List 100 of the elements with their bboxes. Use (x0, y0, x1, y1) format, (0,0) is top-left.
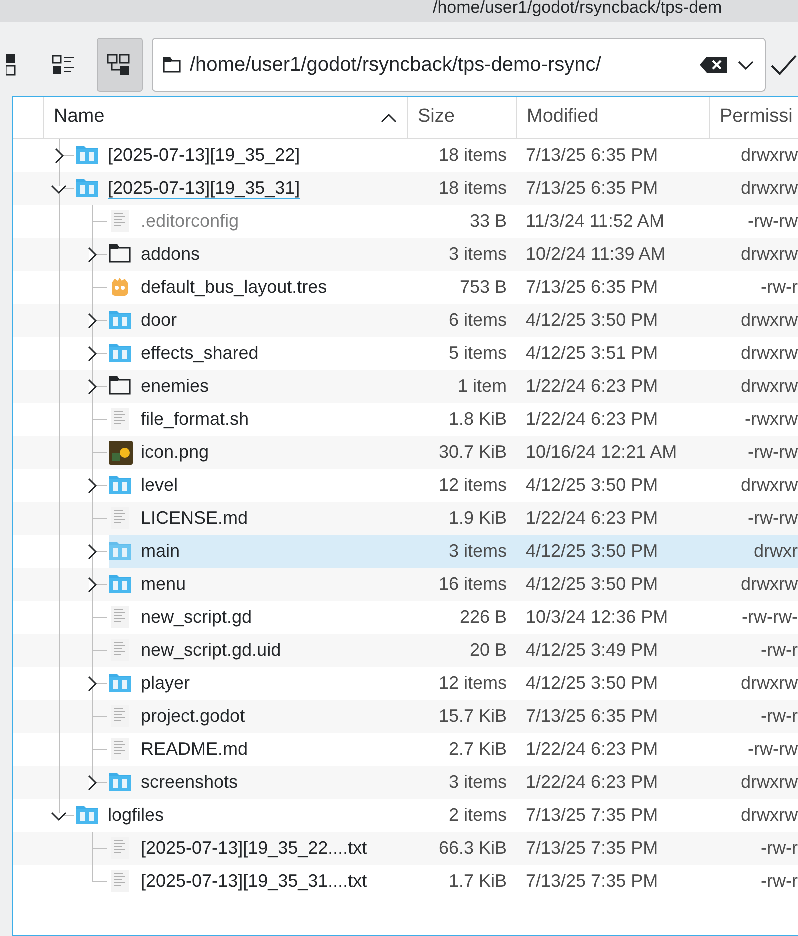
table-cell-text: 4/12/25 3:49 PM (525, 639, 660, 662)
file-name[interactable]: project.godot (133, 703, 246, 730)
table-cell: drwxr (709, 535, 798, 568)
table-cell-text: drwxrw (740, 573, 798, 596)
table-cell-text: -rw-rw (747, 210, 798, 233)
table-cell-text: 4/12/25 3:50 PM (525, 573, 660, 596)
table-cell-text: 1/22/24 6:23 PM (525, 408, 660, 431)
table-cell-text: 12 items (438, 474, 508, 497)
table-cell-text: 7/13/25 6:35 PM (525, 705, 660, 728)
file-name[interactable]: enemies (133, 373, 210, 400)
table-cell-text: 4/12/25 3:50 PM (525, 309, 660, 332)
table-cell-text: 753 B (458, 276, 508, 299)
table-cell-text: 3 items (448, 771, 508, 794)
file-name[interactable]: player (133, 670, 190, 697)
table-cell-text: 10/3/24 12:36 PM (525, 606, 670, 629)
dropdown-caret-icon[interactable] (736, 59, 754, 71)
checkmark-icon[interactable] (770, 54, 798, 76)
table-cell-text: drwxrw (740, 771, 798, 794)
file-name[interactable]: icon.png (133, 439, 210, 466)
table-cell-text: 6 items (448, 309, 508, 332)
table-cell: 3 items (407, 535, 516, 568)
table-cell-text: 1/22/24 6:23 PM (525, 738, 660, 761)
table-cell-text: -rw-rw- (741, 606, 798, 629)
file-name[interactable]: new_script.gd (133, 604, 252, 631)
table-cell-text: 4/12/25 3:50 PM (525, 672, 660, 695)
table-cell-text: 33 B (468, 210, 508, 233)
table-cell-text: 1 item (456, 375, 508, 398)
table-cell-text: 12 items (438, 672, 508, 695)
file-name[interactable]: main (133, 538, 180, 565)
column-header[interactable]: Permissi (709, 97, 798, 138)
file-name[interactable]: [2025-07-13][19_35_22] (100, 142, 300, 169)
file-name[interactable]: effects_shared (133, 340, 259, 367)
file-name[interactable]: screenshots (133, 769, 238, 796)
table-cell-text: 20 B (468, 639, 508, 662)
table-cell-text: 18 items (438, 144, 508, 167)
grid-view-icon (6, 52, 16, 78)
table-cell-text: 3 items (448, 243, 508, 266)
table-cell-text: 2 items (448, 804, 508, 827)
table-cell-text: -rw-r (760, 276, 798, 299)
table-cell-text: 226 B (458, 606, 508, 629)
file-name[interactable]: addons (133, 241, 200, 268)
table-cell-text: 7/13/25 6:35 PM (525, 177, 660, 200)
image-thumbnail-icon (109, 440, 133, 464)
file-name[interactable]: menu (133, 571, 186, 598)
file-name[interactable]: [2025-07-13][19_35_31] (100, 175, 300, 202)
table-cell-text: 7/13/25 7:35 PM (525, 837, 660, 860)
table-cell-text: 2.7 KiB (448, 738, 508, 761)
table-cell-text: 7/13/25 6:35 PM (525, 276, 660, 299)
file-name[interactable]: .editorconfig (133, 208, 240, 235)
view-mode-button[interactable] (97, 38, 143, 92)
file-name[interactable]: [2025-07-13][19_35_31....txt (133, 868, 368, 895)
table-cell-text: 66.3 KiB (438, 837, 508, 860)
file-name[interactable]: [2025-07-13][19_35_22....txt (133, 835, 368, 862)
file-name[interactable]: door (133, 307, 178, 334)
table-cell-text: 1/22/24 6:23 PM (525, 375, 660, 398)
table-cell-text: 10/2/24 11:39 AM (525, 243, 667, 266)
table-cell-text: 10/16/24 12:21 AM (525, 441, 678, 464)
file-name[interactable]: file_format.sh (133, 406, 250, 433)
file-name[interactable]: README.md (133, 736, 248, 763)
table-cell-text: -rwxrw (744, 408, 798, 431)
table-cell-text: drwxrw (740, 177, 798, 200)
file-name[interactable]: level (133, 472, 178, 499)
table-cell-text: -rw-rw (747, 441, 798, 464)
table-cell-text: -rw-rw (747, 738, 798, 761)
table-cell-text: 1.7 KiB (448, 870, 508, 893)
table-cell-text: 30.7 KiB (438, 441, 508, 464)
table-cell: 4/12/25 3:50 PM (516, 535, 709, 568)
table-cell-text: 1/22/24 6:23 PM (525, 507, 660, 530)
table-cell-text: 1.9 KiB (448, 507, 508, 530)
sort-ascending-icon[interactable] (381, 112, 397, 122)
table-cell-text: drwxrw (740, 309, 798, 332)
table-cell-text: 18 items (438, 177, 508, 200)
column-header[interactable]: Modified (516, 97, 709, 138)
file-name[interactable]: LICENSE.md (133, 505, 248, 532)
table-cell-text: 4/12/25 3:51 PM (525, 342, 660, 365)
table-cell-text: 7/13/25 7:35 PM (525, 870, 660, 893)
file-name[interactable]: logfiles (100, 802, 164, 829)
table-cell-text: drwxrw (740, 375, 798, 398)
path-field[interactable]: /home/user1/godot/rsyncback/tps-demo-rsync/ (152, 38, 766, 92)
table-cell-text: 11/3/24 11:52 AM (525, 210, 666, 233)
file-name[interactable]: default_bus_layout.tres (133, 274, 328, 301)
table-cell-text: drwxrw (740, 804, 798, 827)
table-cell-text: drwxrw (740, 474, 798, 497)
table-cell-text: drwxrw (740, 243, 798, 266)
table-cell-text: drwxrw (740, 342, 798, 365)
table-cell-text: -rw-r (760, 870, 798, 893)
table-cell-text: 15.7 KiB (438, 705, 508, 728)
path-text: /home/user1/godot/rsyncback/tps-demo-rsync/ (190, 53, 602, 78)
clear-icon[interactable] (700, 56, 728, 74)
table-cell-text: drwxrw (740, 144, 798, 167)
table-cell-text: 5 items (448, 342, 508, 365)
file-name[interactable]: new_script.gd.uid (133, 637, 282, 664)
table-cell-text: 16 items (438, 573, 508, 596)
column-header[interactable]: Size (407, 97, 516, 138)
table-cell-text: -rw-r (760, 705, 798, 728)
table-cell-text: -rw-r (760, 639, 798, 662)
folder-icon (163, 57, 181, 73)
table-cell-text: 1/22/24 6:23 PM (525, 771, 660, 794)
table-cell-text: 7/13/25 7:35 PM (525, 804, 660, 827)
table-cell-text: 7/13/25 6:35 PM (525, 144, 660, 167)
